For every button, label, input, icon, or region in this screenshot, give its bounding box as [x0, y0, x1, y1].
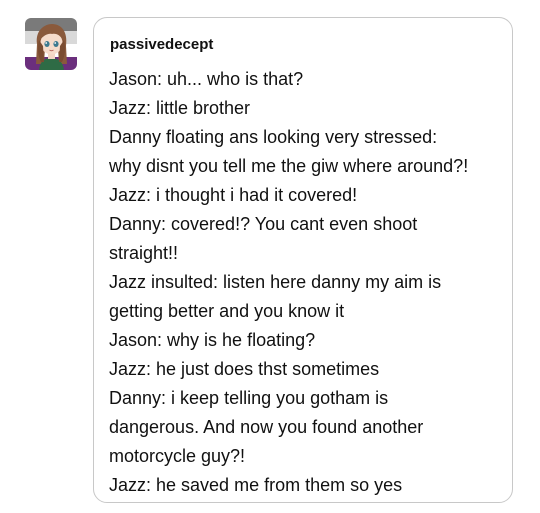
- post-line: Jazz insulted: listen here danny my aim …: [109, 272, 442, 292]
- user-avatar-illustration-icon: [25, 18, 77, 70]
- username-link[interactable]: passivedecept: [110, 35, 213, 55]
- post-line: straight!!: [109, 243, 179, 263]
- post-bubble: passivedecept Jason: uh... who is that? …: [93, 17, 513, 503]
- post-line: getting better and you know it: [109, 301, 345, 321]
- post-line: motorcycle guy?!: [109, 446, 246, 466]
- post-body: Jason: uh... who is that? Jazz: little b…: [109, 65, 504, 500]
- post-line: why disnt you tell me the giw where arou…: [109, 156, 469, 176]
- post-line: Jason: why is he floating?: [109, 330, 316, 350]
- post-line: Jason: uh... who is that?: [109, 69, 304, 89]
- post-line: Jazz: he saved me from them so yes: [109, 475, 403, 495]
- post-line: Danny: covered!? You cant even shoot: [109, 214, 418, 234]
- post-line: Jazz: little brother: [109, 98, 251, 118]
- post-line: Danny floating ans looking very stressed…: [109, 127, 438, 147]
- post-line: Jazz: i thought i had it covered!: [109, 185, 358, 205]
- post-line: Jazz: he just does thst sometimes: [109, 359, 380, 379]
- post-line: Danny: i keep telling you gotham is: [109, 388, 389, 408]
- post-line: dangerous. And now you found another: [109, 417, 424, 437]
- avatar[interactable]: [25, 18, 77, 70]
